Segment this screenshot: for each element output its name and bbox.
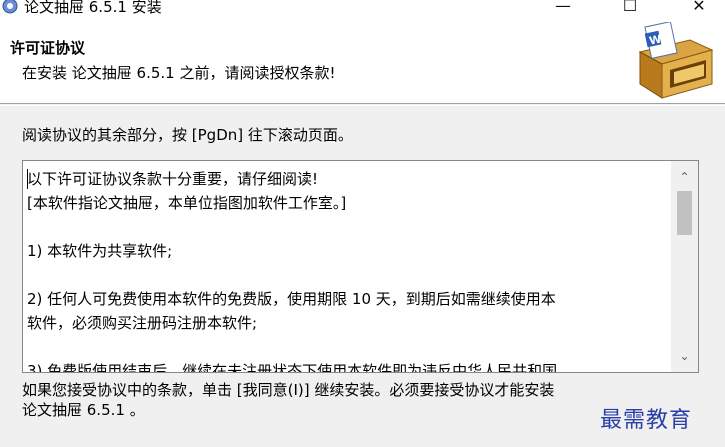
acceptance-note: 如果您接受协议中的条款，单击 [我同意(I)] 继续安装。必须要接受协议才能安装… [22, 380, 554, 420]
license-line [27, 335, 667, 359]
license-line: 软件，必须购买注册码注册本软件; [27, 314, 258, 332]
page-title: 许可证协议 [10, 39, 86, 57]
installer-icon [2, 0, 18, 14]
chevron-down-icon: ⌄ [679, 349, 690, 363]
title-bar: 论文抽屉 6.5.1 安装 — ☐ ✕ [0, 0, 725, 20]
drawer-logo-icon: W [638, 22, 714, 99]
window-title: 论文抽屉 6.5.1 安装 [24, 0, 162, 16]
page-subtitle: 在安装 论文抽屉 6.5.1 之前，请阅读授权条款! [22, 64, 336, 82]
scroll-down-button[interactable]: ⌄ [671, 344, 698, 368]
scroll-instruction: 阅读协议的其余部分，按 [PgDn] 往下滚动页面。 [22, 126, 353, 144]
close-icon: ✕ [692, 0, 706, 15]
scroll-up-button[interactable]: ⌃ [671, 165, 698, 189]
license-text-box[interactable]: 以下许可证协议条款十分重要，请仔细阅读! [本软件指论文抽屉，本单位指图加软件工… [22, 160, 699, 373]
acceptance-note-line1: 如果您接受协议中的条款，单击 [我同意(I)] 继续安装。必须要接受协议才能安装 [22, 381, 555, 399]
chevron-up-icon: ⌃ [679, 170, 690, 184]
maximize-icon: ☐ [622, 0, 638, 15]
close-button[interactable]: ✕ [676, 0, 722, 18]
acceptance-note-line2: 论文抽屉 6.5.1 。 [22, 401, 145, 419]
minimize-icon: — [555, 0, 571, 15]
header-divider [0, 105, 725, 106]
license-content: 以下许可证协议条款十分重要，请仔细阅读! [本软件指论文抽屉，本单位指图加软件工… [27, 167, 667, 373]
wizard-header: 许可证协议 在安装 论文抽屉 6.5.1 之前，请阅读授权条款! W [0, 20, 725, 104]
license-line [27, 215, 667, 239]
minimize-button[interactable]: — [540, 0, 586, 18]
license-line: 2) 任何人可免费使用本软件的免费版，使用期限 10 天，到期后如需继续使用本 [27, 290, 556, 308]
vertical-scrollbar[interactable]: ⌃ ⌄ [671, 161, 698, 372]
license-line: 以下许可证协议条款十分重要，请仔细阅读! [27, 170, 319, 188]
scroll-thumb[interactable] [677, 191, 692, 235]
license-line: [本软件指论文抽屉，本单位指图加软件工作室。] [27, 194, 347, 212]
maximize-button[interactable]: ☐ [607, 0, 653, 18]
license-line [27, 263, 667, 287]
license-line: 1) 本软件为共享软件; [27, 242, 173, 260]
license-line: 3) 免费版使用结束后，继续在未注册状态下使用本软件即为违反中华人民共和国 [27, 362, 558, 373]
watermark-text: 最需教育 [600, 408, 693, 433]
